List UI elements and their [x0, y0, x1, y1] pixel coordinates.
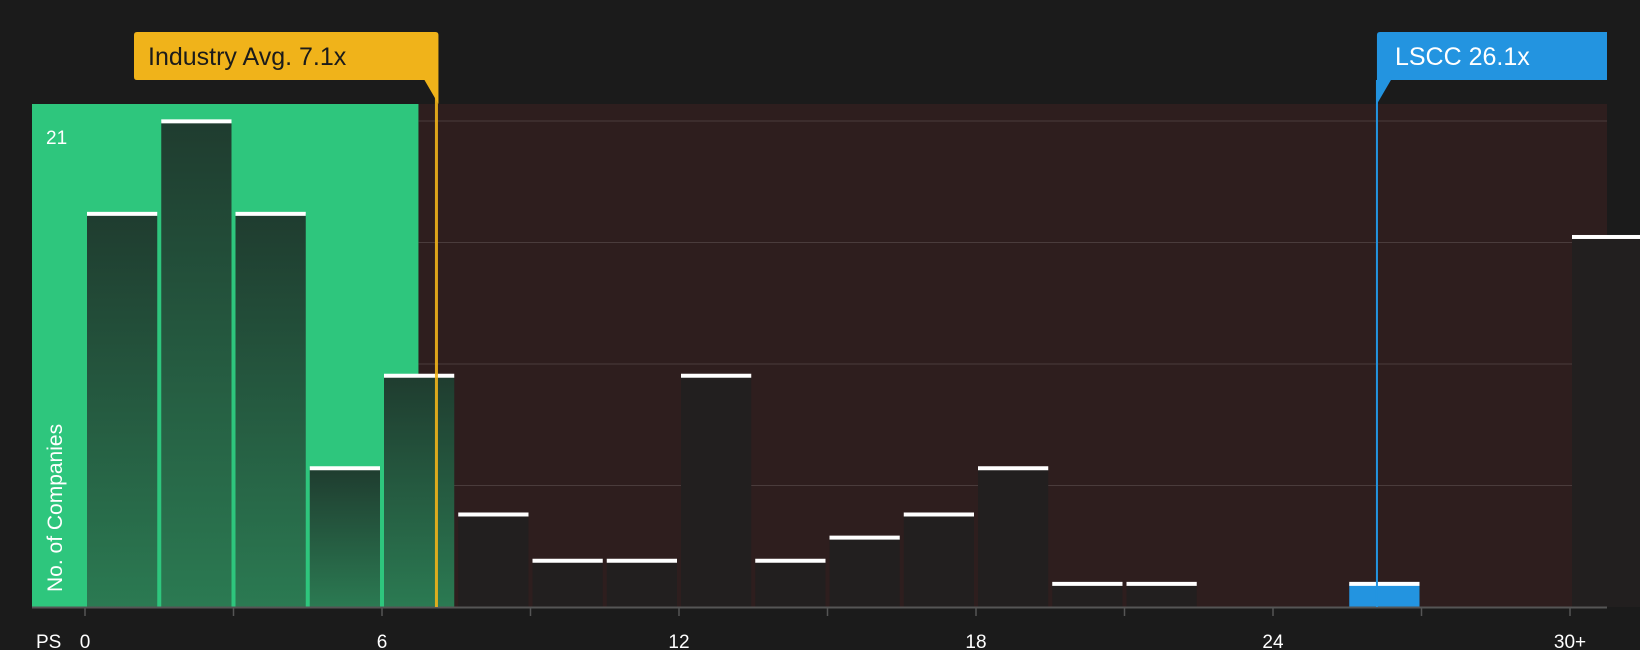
- bar-cap: [161, 119, 232, 124]
- lscc-label: LSCC 26.1x: [1395, 43, 1530, 71]
- tick-label: 6: [377, 632, 388, 650]
- histogram-bar: [1052, 583, 1123, 607]
- bar-cap: [235, 211, 306, 216]
- bar-cap: [87, 211, 158, 216]
- bar-cap: [1052, 581, 1123, 586]
- tick-label: 18: [965, 632, 986, 650]
- y-axis-label: No. of Companies: [44, 424, 67, 592]
- bar-cap: [903, 512, 974, 517]
- bar-cap: [829, 535, 900, 540]
- histogram-bar: [309, 468, 380, 607]
- bar-cap: [1126, 581, 1197, 586]
- bar-cap: [532, 558, 603, 563]
- x-axis-label: PS: [36, 632, 61, 650]
- bar-cap: [606, 558, 677, 563]
- bar-cap: [1572, 234, 1640, 239]
- tick-label: 12: [668, 632, 689, 650]
- histogram-bar: [1572, 236, 1640, 608]
- tick-label: 30+: [1554, 632, 1586, 650]
- histogram-bar: [829, 537, 900, 607]
- histogram-bar: [755, 560, 826, 607]
- y-max-label: 21: [46, 128, 67, 149]
- histogram-bar: [978, 468, 1049, 607]
- ps-distribution-chart: 0 6 12 18 24 30+ 21 No. of Companies PS Indus…: [0, 0, 1640, 650]
- histogram-bar: [1126, 583, 1197, 607]
- bar-cap: [755, 558, 826, 563]
- bar-cap: [1349, 581, 1420, 586]
- histogram-bar: [235, 213, 306, 607]
- tick-label: 24: [1262, 632, 1284, 650]
- histogram-bar: [903, 514, 974, 607]
- histogram-bar: [606, 560, 677, 607]
- bar-cap: [681, 373, 752, 378]
- histogram-bar: [681, 375, 752, 607]
- histogram-bar: [87, 213, 158, 607]
- bar-cap: [458, 512, 529, 517]
- bar-cap: [978, 466, 1049, 471]
- tick-label: 0: [80, 632, 91, 650]
- histogram-bar: [384, 375, 455, 607]
- histogram-bar: [532, 560, 603, 607]
- industry-avg-label: Industry Avg. 7.1x: [148, 43, 347, 71]
- histogram-bar: [458, 514, 529, 607]
- histogram-bar: [161, 121, 232, 608]
- bar-cap: [384, 373, 455, 378]
- histogram-bar: [1349, 583, 1420, 607]
- bar-cap: [309, 466, 380, 471]
